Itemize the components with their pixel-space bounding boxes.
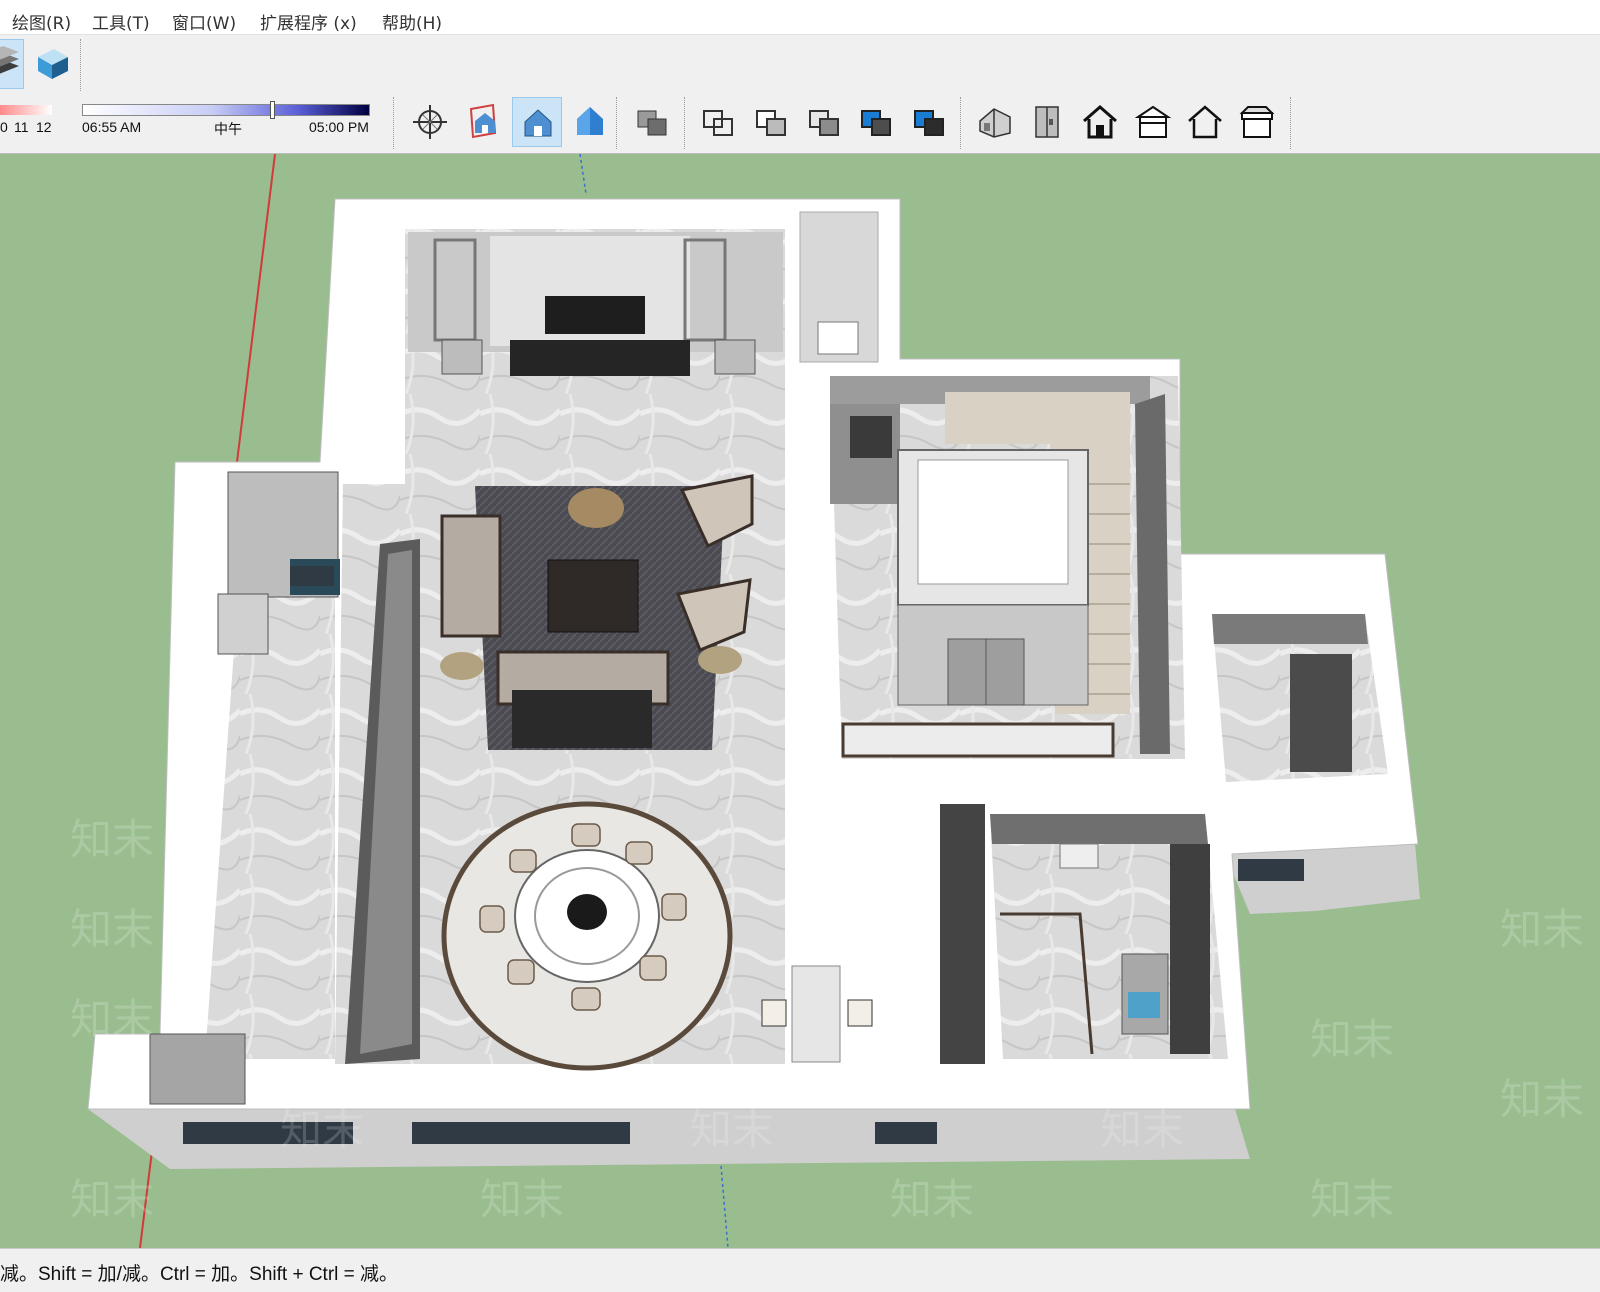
right-view-icon: [1035, 106, 1059, 138]
time-mid-label: 中午: [214, 121, 242, 137]
toolbar-separator: [616, 97, 619, 149]
iso-house-button[interactable]: [970, 97, 1020, 147]
menu-draw[interactable]: 绘图(R): [12, 9, 71, 34]
front-view-icon: [577, 107, 603, 135]
wall-painting: [850, 416, 892, 458]
kitchen-cabinet: [1170, 844, 1210, 1054]
wireframe-style-button[interactable]: [694, 97, 744, 147]
right-view-button[interactable]: [1022, 97, 1072, 147]
watermark-text: 知末: [70, 905, 154, 954]
iso-view-button[interactable]: [459, 97, 509, 147]
time-start-label: 06:55 AM: [82, 119, 142, 135]
coffee-table: [547, 559, 639, 633]
blue-axis: [579, 154, 587, 195]
back-view-button[interactable]: [1128, 97, 1178, 147]
back-view-icon: [1134, 105, 1172, 138]
watermark-text: 知末: [890, 1175, 974, 1224]
xray-style-button[interactable]: [628, 97, 678, 147]
menu-extensions[interactable]: 扩展程序 (x): [260, 9, 357, 34]
toolbar-separator: [684, 97, 687, 149]
orbit-icon: [413, 105, 447, 139]
monochrome-icon: [914, 110, 944, 136]
window: [875, 1122, 937, 1144]
top-view-button[interactable]: [512, 97, 562, 147]
console-table: [512, 690, 652, 748]
left-sofa: [440, 514, 502, 638]
window: [1238, 859, 1304, 881]
month-tick-label: 11: [14, 119, 29, 135]
watermark-text: 知末: [480, 1175, 564, 1224]
layers-icon: [0, 46, 19, 74]
window: [290, 566, 334, 586]
bar-table: [791, 965, 841, 1063]
front-house-icon: [1083, 105, 1117, 139]
xray-icon: [637, 110, 667, 136]
toolbar-separator: [393, 97, 396, 149]
top-view-icon: [524, 109, 552, 137]
window: [412, 1122, 630, 1144]
time-end-label: 05:00 PM: [309, 119, 369, 135]
shaded-box-button[interactable]: [28, 39, 78, 89]
shaded-icon: [809, 110, 839, 136]
left-house-button[interactable]: [1180, 97, 1230, 147]
bottom-view-button[interactable]: [1232, 97, 1282, 147]
left-house-icon: [1188, 105, 1222, 139]
tv-screen: [545, 296, 645, 334]
toolbar-separator: [80, 39, 83, 91]
watermark-text: 知末: [1310, 1015, 1394, 1064]
kitchen-door: [940, 804, 985, 1064]
watermark-text: 知末: [1310, 1175, 1394, 1224]
toolbar-row-1: [0, 35, 1600, 93]
watermark-text: 知末: [690, 1105, 774, 1154]
month-slider[interactable]: [0, 105, 52, 115]
wireframe-icon: [703, 110, 733, 136]
month-tick-label: 0: [0, 119, 8, 135]
menu-window[interactable]: 窗口(W): [172, 9, 236, 34]
watermark-text: 知末: [70, 1175, 154, 1224]
front-house-button[interactable]: [1075, 97, 1125, 147]
toolbar-separator: [1290, 97, 1293, 149]
status-hint-text: 减。Shift = 加/减。Ctrl = 加。Shift + Ctrl = 减。: [0, 1264, 399, 1285]
wardrobe: [1290, 654, 1352, 772]
sandbox-tool-button[interactable]: [0, 39, 24, 89]
hidden-line-style-button[interactable]: [747, 97, 797, 147]
time-slider-thumb[interactable]: [270, 101, 275, 119]
watermark-text: 知末: [1500, 1075, 1584, 1124]
shaded-style-button[interactable]: [800, 97, 850, 147]
watermark-text: 知末: [280, 1105, 364, 1154]
box-icon: [38, 49, 68, 79]
watermark-text: 知末: [1100, 1105, 1184, 1154]
ottoman: [568, 488, 624, 528]
toolbar-separator: [960, 97, 963, 149]
floor-plan-model: 知末 知末 知末 知末 知末 知末 知末 知末 知末 知末 知末 知末 知末: [70, 154, 1584, 1248]
orbit-button[interactable]: [405, 97, 455, 147]
month-tick-label: 12: [36, 119, 52, 135]
watermark-text: 知末: [1500, 905, 1584, 954]
status-bar: 减。Shift = 加/减。Ctrl = 加。Shift + Ctrl = 减。: [0, 1248, 1600, 1292]
hidden-line-icon: [756, 110, 786, 136]
toolbar-row-2: 0 11 12 06:55 AM 中午 05:00 PM: [0, 93, 1600, 154]
shaded-texture-icon: [861, 110, 891, 136]
watermark-text: 知末: [70, 995, 154, 1044]
watermark-text: 知末: [70, 815, 154, 864]
bottom-view-icon: [1239, 106, 1275, 138]
iso-view-icon: [469, 103, 497, 139]
iso-house-icon: [979, 108, 1011, 138]
time-slider[interactable]: [82, 101, 370, 119]
monochrome-style-button[interactable]: [905, 97, 955, 147]
blue-axis: [719, 1153, 729, 1248]
menu-tools[interactable]: 工具(T): [92, 9, 150, 34]
front-view-button[interactable]: [565, 97, 615, 147]
shaded-texture-style-button[interactable]: [852, 97, 902, 147]
menu-bar: 绘图(R) 工具(T) 窗口(W) 扩展程序 (x) 帮助(H): [0, 0, 1600, 35]
menu-help[interactable]: 帮助(H): [382, 9, 442, 34]
tv-cabinet: [510, 340, 690, 376]
model-viewport[interactable]: 知末 知末 知末 知末 知末 知末 知末 知末 知末 知末 知末 知末 知末: [0, 154, 1600, 1248]
